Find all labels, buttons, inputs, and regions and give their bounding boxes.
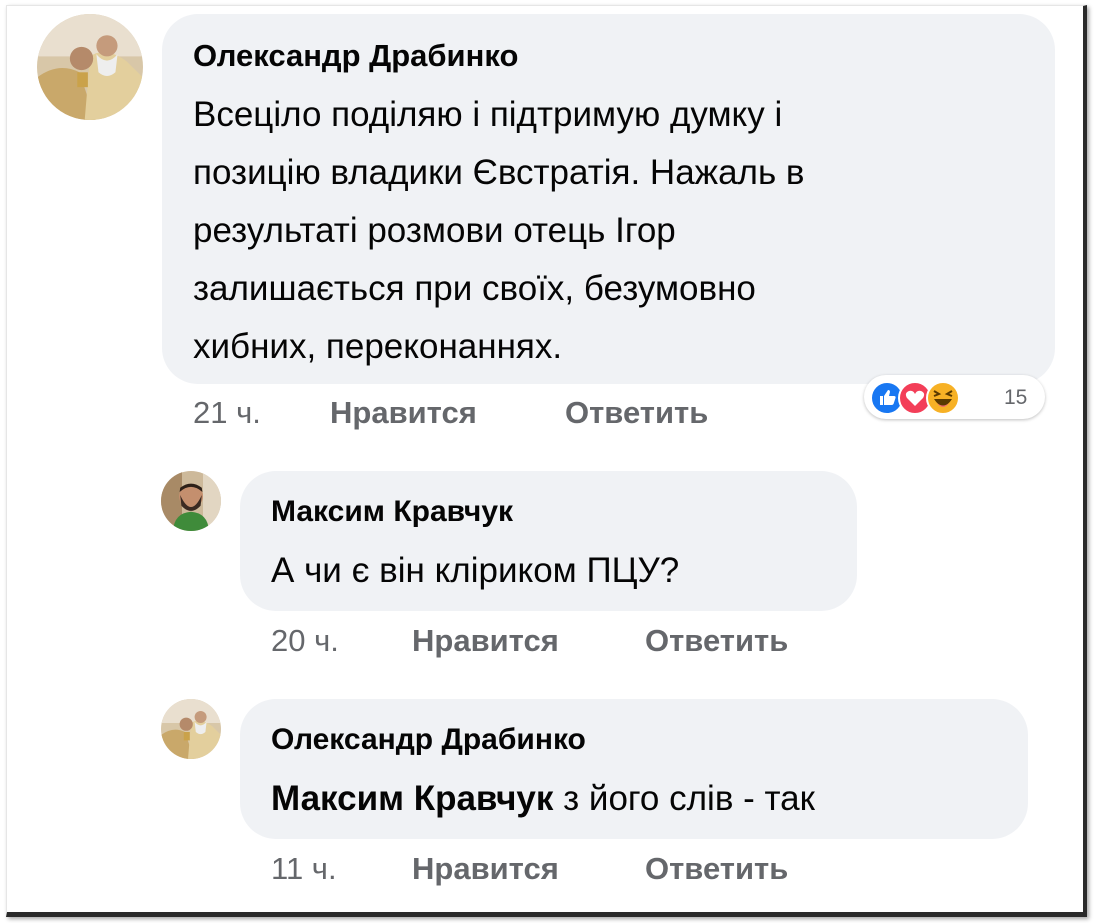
- reply-2-meta: 11 ч.: [271, 851, 337, 887]
- reply-2-mention[interactable]: Максим Кравчук: [271, 779, 553, 818]
- reply-2-text: з його слів - так: [563, 779, 815, 818]
- reply-button[interactable]: Ответить: [565, 395, 708, 431]
- comment-author[interactable]: Олександр Драбинко: [193, 38, 518, 74]
- reaction-count: 15: [1004, 386, 1028, 409]
- reply-2-author[interactable]: Олександр Драбинко: [271, 723, 586, 757]
- reply-2-reply-button[interactable]: Ответить: [645, 851, 788, 887]
- reply-1-meta: 20 ч.: [271, 623, 339, 659]
- like-button[interactable]: Нравится: [330, 395, 477, 431]
- comment-text-line-2: позицію владики Євстратія. Нажаль в: [193, 153, 805, 192]
- avatar-maksym-kravchuk[interactable]: [161, 471, 221, 531]
- comment-text-line-4: залишається при своїх, безумовно: [193, 269, 756, 308]
- reply-1-timestamp[interactable]: 20 ч.: [271, 623, 339, 658]
- reaction-summary[interactable]: 15: [864, 375, 1045, 419]
- comment-text-line-5: хибних, переконаннях.: [193, 327, 563, 366]
- reply-2-text-line: Максим Кравчук з його слів - так: [271, 779, 815, 819]
- reply-1-like-button[interactable]: Нравится: [412, 623, 559, 659]
- comment-meta: 21 ч.: [193, 395, 261, 431]
- haha-icon: [926, 381, 960, 415]
- comment-timestamp[interactable]: 21 ч.: [193, 395, 261, 430]
- reply-2-timestamp[interactable]: 11 ч.: [271, 851, 337, 886]
- reply-1-text: А чи є він кліриком ПЦУ?: [271, 551, 680, 590]
- avatar-oleksandr-drabynko-reply[interactable]: [161, 699, 221, 759]
- comment-text-line-3: результаті розмови отець Ігор: [193, 211, 676, 250]
- reply-2-like-button[interactable]: Нравится: [412, 851, 559, 887]
- avatar-oleksandr-drabynko[interactable]: [37, 14, 143, 120]
- reply-1-reply-button[interactable]: Ответить: [645, 623, 788, 659]
- comment-text-line-1: Всеціло поділяю і підтримую думку і: [193, 95, 783, 134]
- reply-1-author[interactable]: Максим Кравчук: [271, 495, 513, 529]
